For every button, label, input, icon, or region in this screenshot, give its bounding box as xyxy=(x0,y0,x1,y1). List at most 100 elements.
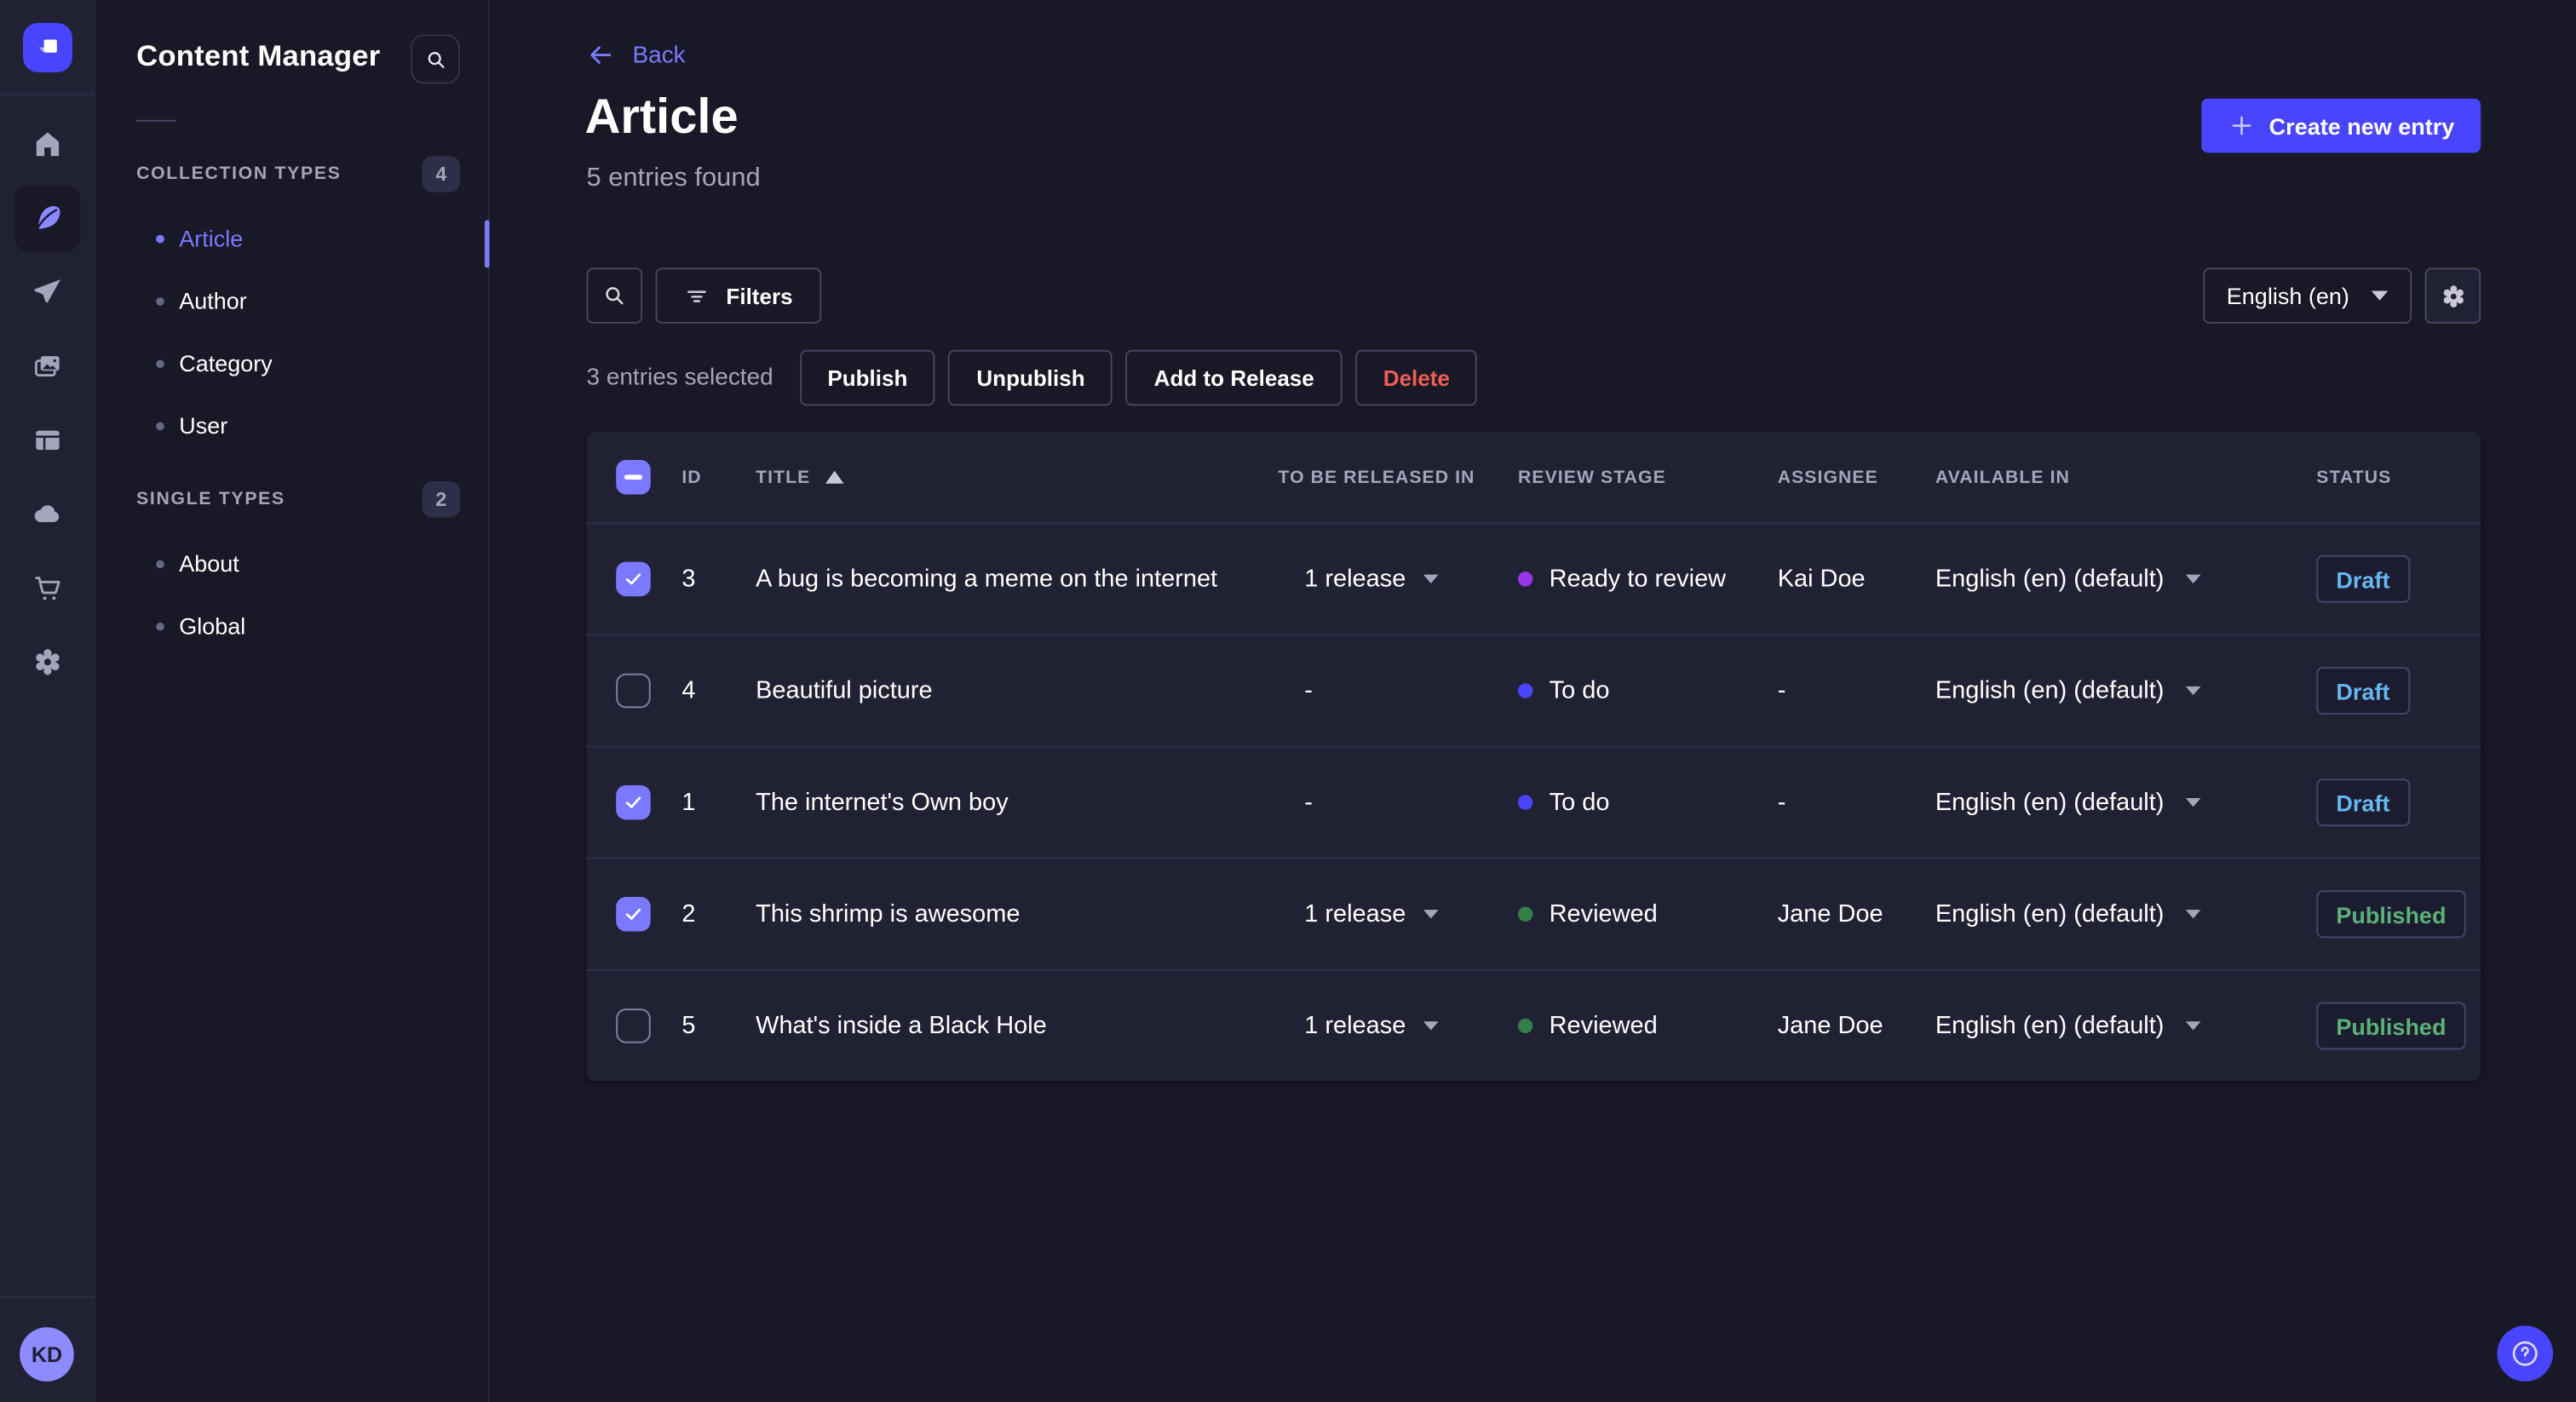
gear-icon xyxy=(2442,284,2463,307)
cell-review-stage: Reviewed xyxy=(1517,1011,1778,1040)
logo-box xyxy=(0,0,94,95)
cell-review-stage: To do xyxy=(1517,677,1778,704)
table-row[interactable]: 4 Beautiful picture - To do - English (e… xyxy=(586,634,2481,745)
panel-title: Content Manager xyxy=(136,39,381,72)
cell-available-in-dropdown[interactable]: English (en) (default) xyxy=(1935,677,2316,704)
check-icon xyxy=(625,796,641,808)
chevron-down-icon xyxy=(1423,1020,1439,1032)
selection-count: 3 entries selected xyxy=(586,365,773,391)
view-settings-button[interactable] xyxy=(2424,267,2481,324)
chevron-down-icon xyxy=(1423,573,1439,585)
back-link[interactable]: Back xyxy=(586,41,686,69)
cell-status: Published xyxy=(2316,1002,2481,1050)
rail-bottom: KD xyxy=(0,1295,95,1402)
question-mark-icon xyxy=(2512,1341,2538,1366)
sidebar-item-about[interactable]: About xyxy=(95,532,488,595)
cell-id: 2 xyxy=(681,899,696,928)
unpublish-button[interactable]: Unpublish xyxy=(948,349,1113,406)
sidebar-item-user[interactable]: User xyxy=(95,394,488,457)
toolbar: Filters English (en) xyxy=(586,267,2481,324)
row-checkbox[interactable] xyxy=(616,561,651,597)
column-header-title[interactable]: TITLE xyxy=(756,468,1278,487)
table-row[interactable]: 5 What's inside a Black Hole 1 release R… xyxy=(586,968,2481,1081)
row-checkbox[interactable] xyxy=(616,896,651,932)
content-manager-panel: Content Manager COLLECTION TYPES 4 Artic… xyxy=(95,0,490,1402)
cell-title: This shrimp is awesome xyxy=(756,899,1021,928)
search-button[interactable] xyxy=(586,267,643,324)
publish-button[interactable]: Publish xyxy=(799,349,936,406)
column-header-available-in: AVAILABLE IN xyxy=(1935,467,2070,487)
select-all-checkbox[interactable] xyxy=(616,459,651,495)
help-button[interactable] xyxy=(2497,1325,2553,1382)
table-row[interactable]: 2 This shrimp is awesome 1 release Revie… xyxy=(586,857,2481,969)
feather-icon[interactable] xyxy=(14,185,80,252)
strapi-logo[interactable] xyxy=(22,22,72,72)
cell-available-in-dropdown[interactable]: English (en) (default) xyxy=(1935,565,2316,593)
paper-plane-icon[interactable] xyxy=(14,260,79,325)
column-header-release: TO BE RELEASED IN xyxy=(1278,467,1475,487)
release-value: - xyxy=(1304,788,1313,817)
sidebar-item-article[interactable]: Article xyxy=(95,207,488,269)
cell-available-in-dropdown[interactable]: English (en) (default) xyxy=(1935,789,2316,816)
row-checkbox[interactable] xyxy=(616,1008,651,1043)
cell-review-stage: Ready to review xyxy=(1517,565,1778,593)
page-title: Article xyxy=(584,90,739,145)
search-icon xyxy=(427,51,444,68)
release-value: 1 release xyxy=(1304,565,1406,594)
cell-title: What's inside a Black Hole xyxy=(756,1011,1047,1040)
status-badge: Draft xyxy=(2316,779,2410,827)
stage-label: Reviewed xyxy=(1549,899,1658,928)
images-icon[interactable] xyxy=(14,333,79,399)
column-header-review-stage: REVIEW STAGE xyxy=(1517,467,1666,487)
bullet-icon xyxy=(156,359,164,368)
cell-assignee: - xyxy=(1777,788,1786,817)
cell-id: 1 xyxy=(681,788,696,817)
cell-release-dropdown[interactable]: 1 release xyxy=(1278,900,1518,928)
strapi-logo-icon xyxy=(37,38,56,52)
chevron-down-icon xyxy=(2185,573,2201,585)
sidebar-item-global[interactable]: Global xyxy=(95,595,488,657)
cell-review-stage: Reviewed xyxy=(1517,899,1778,928)
sidebar-item-author[interactable]: Author xyxy=(95,269,488,331)
cell-assignee: Jane Doe xyxy=(1777,899,1883,928)
arrow-left-icon xyxy=(590,46,612,64)
entries-count: 5 entries found xyxy=(586,164,761,192)
table-row[interactable]: 1 The internet's Own boy - To do - Engli… xyxy=(586,745,2481,858)
release-value: 1 release xyxy=(1304,899,1406,928)
panel-header: Content Manager xyxy=(95,0,488,122)
row-checkbox[interactable] xyxy=(616,673,651,709)
layout-icon[interactable] xyxy=(14,407,79,473)
item-label: User xyxy=(179,412,228,439)
cell-available-in-dropdown[interactable]: English (en) (default) xyxy=(1935,1012,2316,1040)
cloud-icon[interactable] xyxy=(14,481,79,547)
stage-dot-icon xyxy=(1517,1018,1533,1034)
column-header-assignee: ASSIGNEE xyxy=(1777,467,1878,487)
create-new-entry-label: Create new entry xyxy=(2268,112,2455,139)
cell-release-dropdown[interactable]: 1 release xyxy=(1278,1012,1518,1040)
filters-button[interactable]: Filters xyxy=(655,267,821,324)
row-checkbox[interactable] xyxy=(616,784,651,820)
chevron-down-icon xyxy=(2185,908,2201,920)
chevron-down-icon xyxy=(2185,1020,2201,1032)
panel-search-button[interactable] xyxy=(411,34,460,84)
header-checkbox-cell xyxy=(586,459,681,495)
sidebar-item-category[interactable]: Category xyxy=(95,332,488,394)
gear-icon[interactable] xyxy=(14,629,79,695)
home-icon[interactable] xyxy=(14,112,79,177)
cell-release-dropdown[interactable]: 1 release xyxy=(1278,565,1518,593)
create-new-entry-button[interactable]: Create new entry xyxy=(2201,98,2481,153)
cart-icon[interactable] xyxy=(14,555,79,621)
cell-status: Published xyxy=(2316,890,2481,939)
cell-id: 3 xyxy=(681,565,696,594)
delete-button[interactable]: Delete xyxy=(1354,349,1478,406)
cell-available-in-dropdown[interactable]: English (en) (default) xyxy=(1935,900,2316,928)
add-to-release-button[interactable]: Add to Release xyxy=(1125,349,1343,406)
locale-value: English (en) (default) xyxy=(1935,899,2165,928)
release-value: 1 release xyxy=(1304,1011,1406,1040)
locale-select[interactable]: English (en) xyxy=(2203,267,2412,324)
table-row[interactable]: 3 A bug is becoming a meme on the intern… xyxy=(586,522,2481,634)
cell-release: - xyxy=(1278,789,1518,817)
cell-release: - xyxy=(1278,677,1518,705)
user-avatar[interactable]: KD xyxy=(20,1326,74,1381)
stage-label: Reviewed xyxy=(1549,1011,1658,1040)
